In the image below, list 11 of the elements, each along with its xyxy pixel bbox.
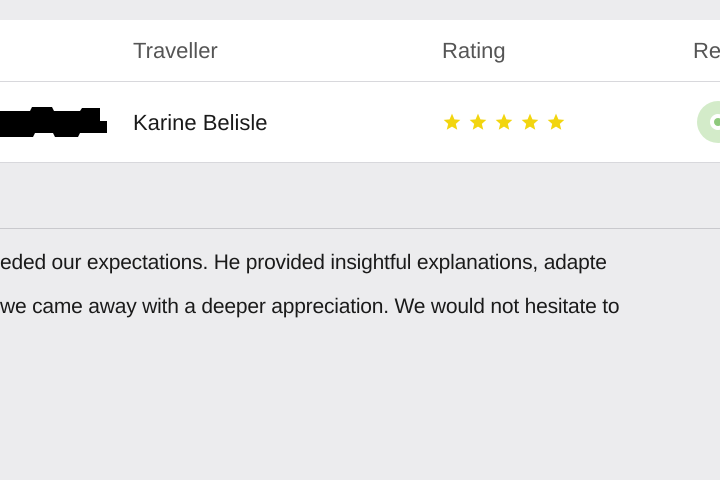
- traveller-name: Karine Belisle: [133, 110, 268, 134]
- star-icon: [494, 112, 514, 132]
- review-text: we came away with a deeper appreciation. We would not hesitate to: [0, 295, 620, 319]
- star-icon: [520, 112, 540, 132]
- column-header: Traveller: [133, 38, 218, 63]
- column-header: Re: [693, 38, 720, 63]
- column-header: Rating: [442, 38, 506, 63]
- star-icon: [468, 112, 488, 132]
- star-icon: [546, 112, 566, 132]
- review-text: eded our expectations. He provided insightful explanations, adapte: [0, 251, 607, 275]
- star-icon: [442, 112, 462, 132]
